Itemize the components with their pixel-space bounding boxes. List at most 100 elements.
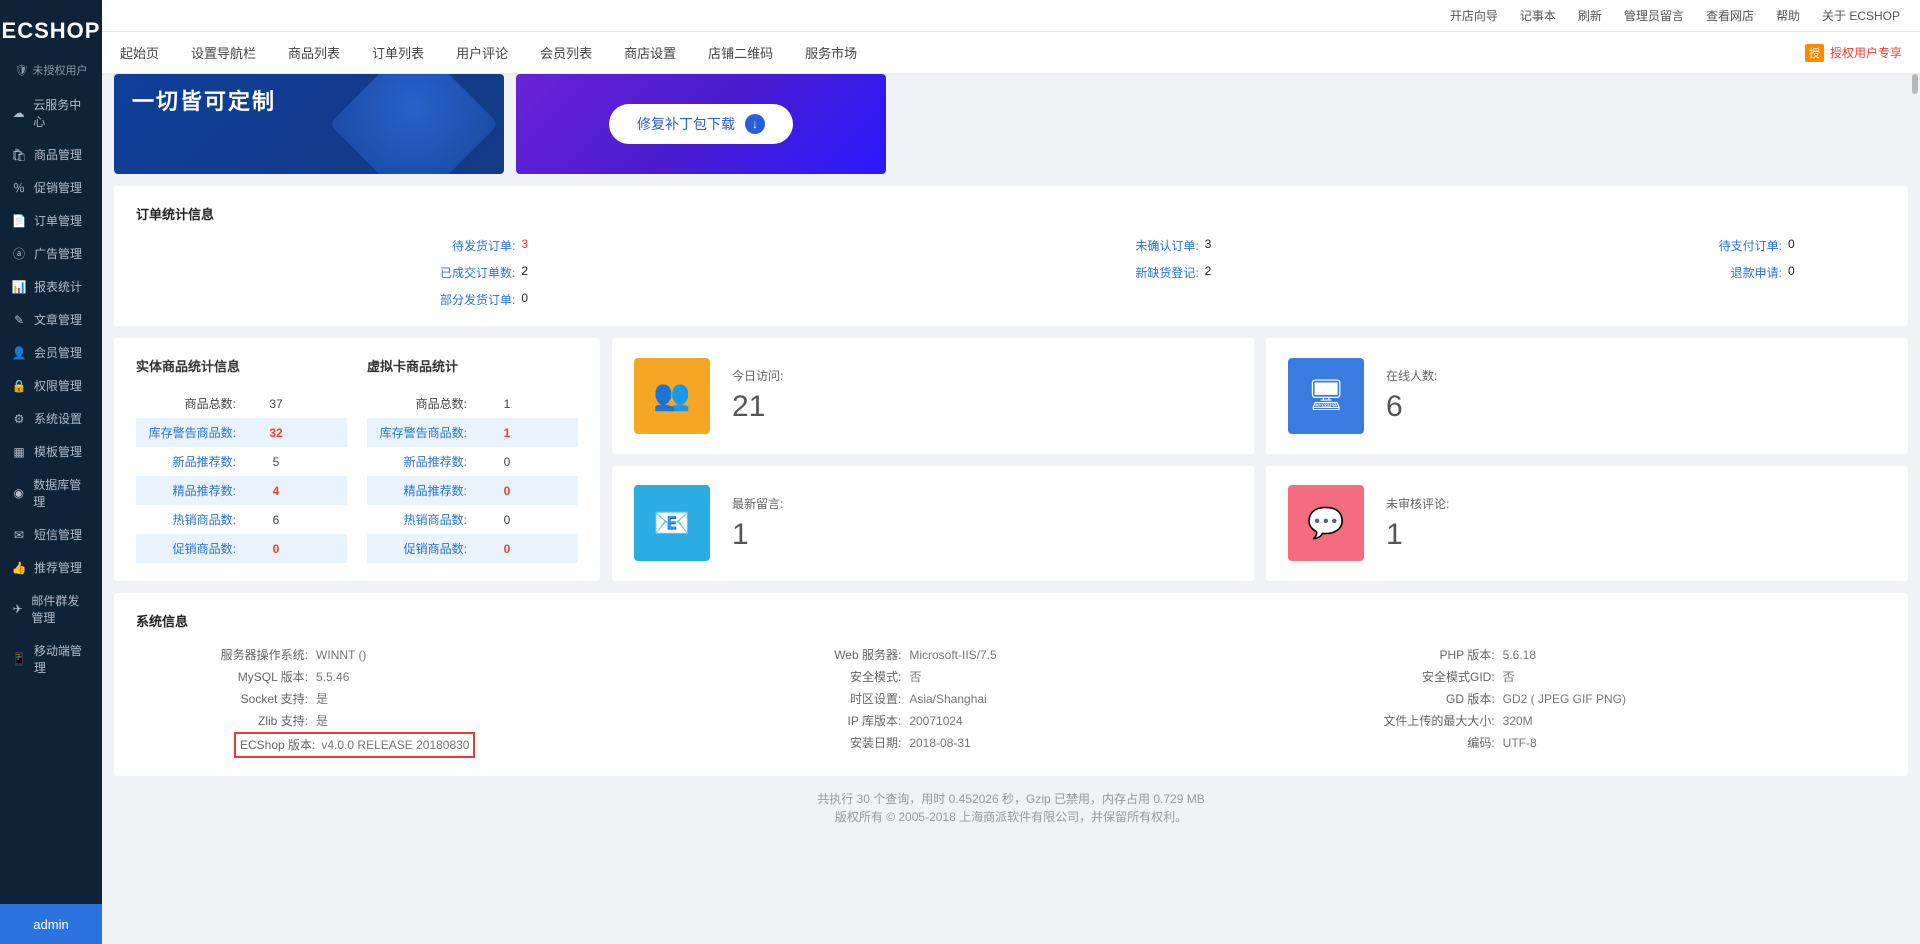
sidebar-item-11[interactable]: ◉ 数据库管理 [0,468,102,518]
goods-row-label[interactable]: 库存警告商品数: [136,424,246,441]
sidebar-icon: 📊 [12,280,26,294]
nav-tab-6[interactable]: 商店设置 [624,43,676,62]
goods-row: 热销商品数:0 [367,505,578,534]
sys-row: Zlib 支持:是 [136,710,699,732]
sidebar-icon: ✈ [12,602,23,616]
goods-row-label[interactable]: 精品推荐数: [136,482,246,499]
sidebar-item-4[interactable]: ⓐ广告管理 [0,237,102,270]
tile-icon: 🖥 [1288,358,1364,434]
sidebar-item-label: 权限管理 [34,377,82,394]
goods-row-value: 6 [246,513,306,527]
nav-tab-7[interactable]: 店铺二维码 [708,43,773,62]
sidebar-icon: ◉ [12,486,25,500]
sidebar-item-7[interactable]: 👤会员管理 [0,336,102,369]
order-stat-label[interactable]: 新缺货登记: [1135,264,1198,281]
sidebar-item-15[interactable]: 📱移动端管理 [0,634,102,684]
sidebar-item-label: 广告管理 [34,245,82,262]
sys-row: 时区设置:Asia/Shanghai [729,688,1292,710]
admin-bar[interactable]: admin [0,904,102,944]
nav-tab-3[interactable]: 订单列表 [372,43,424,62]
nav-auth-link[interactable]: 授 授权用户专享 [1805,44,1902,62]
topbar-link-5[interactable]: 帮助 [1776,7,1800,24]
download-patch-button[interactable]: 修复补丁包下载 ↓ [609,104,793,144]
sidebar-item-label: 系统设置 [34,410,82,427]
goods-row: 热销商品数:6 [136,505,347,534]
topbar-link-1[interactable]: 记事本 [1520,7,1556,24]
goods-right-title: 虚拟卡商品统计 [367,356,578,375]
sidebar-item-14[interactable]: ✈邮件群发管理 [0,584,102,634]
nav-tab-0[interactable]: 起始页 [120,43,159,62]
goods-row-label[interactable]: 库存警告商品数: [367,424,477,441]
order-stat-label[interactable]: 退款申请: [1731,264,1782,281]
nav-tab-4[interactable]: 用户评论 [456,43,508,62]
sidebar-item-label: 报表统计 [34,278,82,295]
order-stat-label[interactable]: 未确认订单: [1135,237,1198,254]
stat-tile-2[interactable]: 📧最新留言:1 [612,466,1254,582]
goods-row-value: 0 [246,542,306,556]
topbar-link-3[interactable]: 管理员留言 [1624,7,1684,24]
sidebar-item-3[interactable]: 📄订单管理 [0,204,102,237]
goods-row-label[interactable]: 促销商品数: [367,540,477,557]
goods-row: 库存警告商品数:1 [367,418,578,447]
nav-tab-5[interactable]: 会员列表 [540,43,592,62]
sidebar-item-label: 商品管理 [34,146,82,163]
system-info-panel: 系统信息 服务器操作系统:WINNT ()MySQL 版本:5.5.46Sock… [114,593,1908,776]
sidebar-item-label: 推荐管理 [34,559,82,576]
goods-left-title: 实体商品统计信息 [136,356,347,375]
sidebar-icon: 📄 [12,214,26,228]
order-stat-label[interactable]: 待支付订单: [1719,237,1782,254]
goods-row-value: 1 [477,426,537,440]
goods-row-value: 4 [246,484,306,498]
goods-row: 新品推荐数:5 [136,447,347,476]
order-stat-label[interactable]: 待发货订单: [452,237,515,254]
goods-row-label[interactable]: 热销商品数: [136,511,246,528]
sidebar-item-label: 数据库管理 [33,476,90,510]
goods-row-label[interactable]: 新品推荐数: [136,453,246,470]
order-stats-panel: 订单统计信息 待发货订单:3已成交订单数:2部分发货订单:0 未确认订单:3新缺… [114,186,1908,326]
order-stat-row: 待支付订单:0 [1719,237,1806,254]
stat-tile-0[interactable]: 👥今日访问:21 [612,338,1254,454]
goods-row-label[interactable]: 热销商品数: [367,511,477,528]
nav-tab-1[interactable]: 设置导航栏 [191,43,256,62]
goods-row: 精品推荐数:0 [367,476,578,505]
stat-tile-3[interactable]: 💬未审核评论:1 [1266,466,1908,582]
order-stat-label[interactable]: 已成交订单数: [440,264,515,281]
goods-row-label[interactable]: 新品推荐数: [367,453,477,470]
nav-tab-8[interactable]: 服务市场 [805,43,857,62]
sys-row: ECShop 版本:v4.0.0 RELEASE 20180830 [136,732,699,758]
topbar-link-0[interactable]: 开店向导 [1450,7,1498,24]
topbar-link-4[interactable]: 查看网店 [1706,7,1754,24]
stat-tile-1[interactable]: 🖥在线人数:6 [1266,338,1908,454]
sidebar-item-13[interactable]: 👍推荐管理 [0,551,102,584]
sys-row: 文件上传的最大大小:320M [1323,710,1886,732]
goods-row-label[interactable]: 促销商品数: [136,540,246,557]
sidebar-item-8[interactable]: 🔒 权限管理 [0,369,102,402]
sidebar-item-0[interactable]: ☁云服务中心 [0,88,102,138]
order-stat-label[interactable]: 部分发货订单: [440,291,515,308]
sidebar-item-6[interactable]: ✎文章管理 [0,303,102,336]
sidebar-item-1[interactable]: 🛍商品管理 [0,138,102,171]
topbar-link-6[interactable]: 关于 ECSHOP [1822,7,1900,24]
topbar-link-2[interactable]: 刷新 [1578,7,1602,24]
download-icon: ↓ [745,114,765,134]
system-info-title: 系统信息 [136,611,1886,630]
sidebar-icon: 📱 [12,652,26,666]
sidebar-item-12[interactable]: ✉短信管理 [0,518,102,551]
sidebar-icon: ％ [12,179,26,196]
sidebar-icon: 👤 [12,346,26,360]
sidebar-item-9[interactable]: ⚙系统设置 [0,402,102,435]
sidebar-item-10[interactable]: ▦模板管理 [0,435,102,468]
goods-row-value: 0 [477,542,537,556]
sys-row: 安全模式GID:否 [1323,666,1886,688]
sidebar-item-2[interactable]: ％促销管理 [0,171,102,204]
sidebar-icon: 🔒 [12,379,26,393]
scrollbar-thumb[interactable] [1912,74,1918,94]
nav-tab-2[interactable]: 商品列表 [288,43,340,62]
banner-customize[interactable]: 一切皆可定制 [114,74,504,174]
goods-row-label[interactable]: 精品推荐数: [367,482,477,499]
order-stat-value: 3 [1205,237,1223,254]
sidebar-item-label: 文章管理 [34,311,82,328]
goods-row-value: 0 [477,484,537,498]
goods-row: 商品总数:37 [136,389,347,418]
sidebar-item-5[interactable]: 📊 报表统计 [0,270,102,303]
